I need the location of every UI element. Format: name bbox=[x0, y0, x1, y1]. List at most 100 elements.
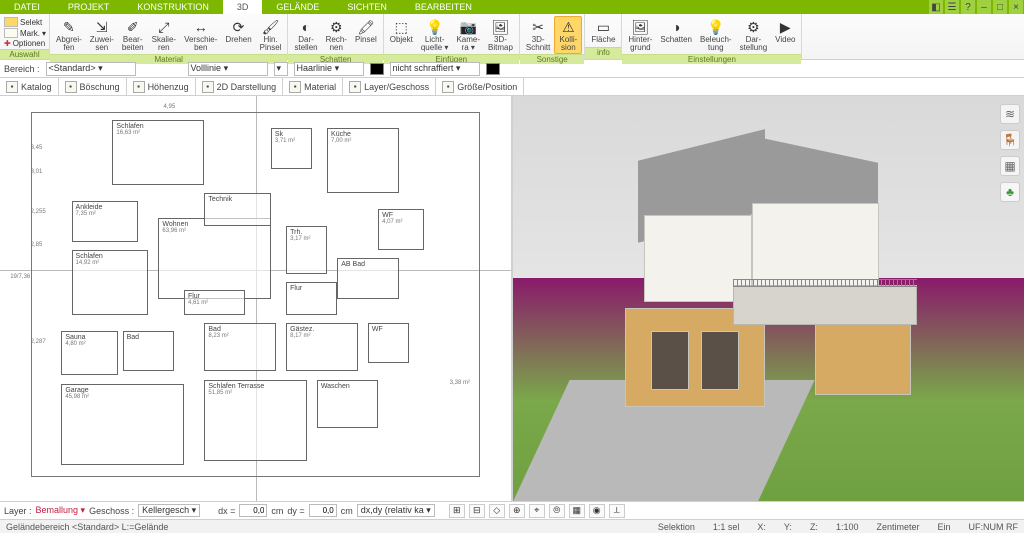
room-0: Schlafen16,63 m² bbox=[112, 120, 204, 185]
bereich-select[interactable]: <Standard> ▾ bbox=[46, 62, 136, 76]
furniture-icon[interactable]: 🪑 bbox=[1000, 130, 1020, 150]
coord-bar: Layer : Bemallung ▾ Geschoss : Kellerges… bbox=[0, 501, 1024, 519]
win-close[interactable]: × bbox=[1009, 0, 1023, 14]
win-maximize[interactable]: □ bbox=[993, 0, 1007, 14]
material-btn-0[interactable]: ✎Abgrei- fen bbox=[52, 16, 86, 54]
material-btn-4[interactable]: ↔Verschie- ben bbox=[180, 16, 221, 54]
group-info: info bbox=[585, 47, 621, 59]
layers-icon[interactable]: ≋ bbox=[1000, 104, 1020, 124]
room-12: Flur bbox=[286, 282, 337, 314]
status-bar: Geländebereich <Standard> L:=Gelände Sel… bbox=[0, 519, 1024, 533]
snap-btn-2[interactable]: ⊟ bbox=[469, 504, 485, 518]
haarlinie-select[interactable]: Haarlinie ▾ bbox=[294, 62, 364, 76]
room-11: Flur4,61 m² bbox=[184, 290, 245, 314]
sonstige-btn-1[interactable]: ⚠Kolli- sion bbox=[554, 16, 582, 54]
einfuegen-btn-1[interactable]: 💡Licht- quelle ▾ bbox=[417, 16, 453, 54]
3d-view[interactable]: ≋ 🪑 ▦ ♣ bbox=[513, 96, 1024, 501]
coord-mode-select[interactable]: dx,dy (relativ ka ▾ bbox=[357, 504, 435, 517]
group-einstellungen: Einstellungen bbox=[622, 54, 801, 64]
palette-icon[interactable]: ▦ bbox=[1000, 156, 1020, 176]
snap-btn-8[interactable]: ◉ bbox=[589, 504, 605, 518]
workspace: Schlafen16,63 m²Ankleide7,35 m²Schlafen1… bbox=[0, 96, 1024, 501]
einstellungen-btn-0[interactable]: 🖼Hinter- grund bbox=[624, 16, 656, 54]
sonstige-btn-0[interactable]: ✂3D- Schnitt bbox=[522, 16, 554, 54]
room-1: Ankleide7,35 m² bbox=[72, 201, 138, 242]
status-y: Y: bbox=[784, 522, 792, 532]
status-ein: Ein bbox=[937, 522, 950, 532]
tab-gelaende[interactable]: GELÄNDE bbox=[262, 0, 333, 14]
hatch-select[interactable]: nicht schraffiert ▾ bbox=[390, 62, 480, 76]
material-btn-2[interactable]: ✐Bear- beiten bbox=[118, 16, 148, 54]
tooltab-0[interactable]: ▪Katalog bbox=[0, 78, 59, 95]
dim-4: 2,287 bbox=[31, 339, 46, 345]
room-8: Küche7,00 m² bbox=[327, 128, 399, 193]
einstellungen-btn-1[interactable]: ◑Schatten bbox=[656, 16, 696, 46]
snap-btn-4[interactable]: ⊕ bbox=[509, 504, 525, 518]
schatten-btn-2[interactable]: 🖍Pinsel bbox=[351, 16, 381, 46]
tooltab-5[interactable]: ▪Layer/Geschoss bbox=[343, 78, 436, 95]
dim-0: 3,38 m² bbox=[450, 380, 470, 386]
tree-icon[interactable]: ♣ bbox=[1000, 182, 1020, 202]
3d-side-toolbar: ≋ 🪑 ▦ ♣ bbox=[1000, 104, 1020, 202]
tooltab-4[interactable]: ▪Material bbox=[283, 78, 343, 95]
tab-konstruktion[interactable]: KONSTRUKTION bbox=[123, 0, 223, 14]
color-swatch-1[interactable] bbox=[370, 63, 384, 75]
material-btn-1[interactable]: ⇲Zuwei- sen bbox=[86, 16, 118, 54]
dx-label: dx = bbox=[218, 506, 235, 516]
status-zoom: 1:100 bbox=[836, 522, 859, 532]
snap-btn-3[interactable]: ◇ bbox=[489, 504, 505, 518]
tooltab-1[interactable]: ▪Böschung bbox=[59, 78, 127, 95]
einstellungen-btn-4[interactable]: ▶Video bbox=[771, 16, 799, 46]
einstellungen-btn-3[interactable]: ⚙Dar- stellung bbox=[736, 16, 772, 54]
3d-house bbox=[625, 145, 942, 437]
plan-view[interactable]: Schlafen16,63 m²Ankleide7,35 m²Schlafen1… bbox=[0, 96, 513, 501]
einfuegen-btn-2[interactable]: 📷Kame- ra ▾ bbox=[452, 16, 484, 54]
linetype-select[interactable]: Volllinie ▾ bbox=[188, 62, 268, 76]
material-btn-5[interactable]: ⟳Drehen bbox=[221, 16, 255, 46]
snap-btn-5[interactable]: ⌖ bbox=[529, 504, 545, 518]
room-17: Schlafen Terrasse51,85 m² bbox=[204, 380, 306, 461]
status-z: Z: bbox=[810, 522, 818, 532]
win-btn-3[interactable]: ? bbox=[961, 0, 975, 14]
tooltab-6[interactable]: ▪Größe/Position bbox=[436, 78, 524, 95]
selekt-btn[interactable]: Selekt bbox=[4, 17, 46, 27]
tab-datei[interactable]: DATEI bbox=[0, 0, 54, 14]
tab-projekt[interactable]: PROJEKT bbox=[54, 0, 124, 14]
einfuegen-btn-0[interactable]: ⬚Objekt bbox=[386, 16, 417, 46]
snap-btn-9[interactable]: ⟂ bbox=[609, 504, 625, 518]
tab-3d[interactable]: 3D bbox=[223, 0, 263, 14]
snap-btn-1[interactable]: ⊞ bbox=[449, 504, 465, 518]
optionen-btn[interactable]: ✚Optionen bbox=[4, 39, 46, 48]
ribbon: Selekt Mark.▾ ✚Optionen Auswahl ✎Abgrei-… bbox=[0, 14, 1024, 60]
linewidth-select[interactable]: ▾ bbox=[274, 62, 288, 76]
tooltab-2[interactable]: ▪Höhenzug bbox=[127, 78, 196, 95]
room-15: Gästez.8,17 m² bbox=[286, 323, 358, 372]
material-btn-6[interactable]: 🖌Hin. Pinsel bbox=[256, 16, 286, 54]
einstellungen-btn-2[interactable]: 💡Beleuch- tung bbox=[696, 16, 736, 54]
einfuegen-btn-3[interactable]: 🖼3D- Bitmap bbox=[484, 16, 517, 54]
snap-btn-7[interactable]: ▦ bbox=[569, 504, 585, 518]
dx-input[interactable] bbox=[239, 504, 267, 517]
schatten-btn-1[interactable]: ⚙Rech- nen bbox=[322, 16, 351, 54]
color-swatch-2[interactable] bbox=[486, 63, 500, 75]
mark-btn[interactable]: Mark.▾ bbox=[4, 28, 46, 38]
tab-sichten[interactable]: SICHTEN bbox=[333, 0, 401, 14]
geschoss-select[interactable]: Kellergesch ▾ bbox=[138, 504, 200, 517]
dy-input[interactable] bbox=[309, 504, 337, 517]
unit-cm-1: cm bbox=[271, 506, 283, 516]
layer-label: Layer : bbox=[4, 506, 32, 516]
room-10: WF4,07 m² bbox=[378, 209, 424, 250]
material-btn-3[interactable]: ⤢Skalie- ren bbox=[148, 16, 180, 54]
info-btn-0[interactable]: ▭Fläche bbox=[587, 16, 619, 46]
room-4: Garage45,98 m² bbox=[61, 384, 184, 465]
win-minimize[interactable]: – bbox=[977, 0, 991, 14]
layer-value[interactable]: Bemallung ▾ bbox=[36, 505, 86, 516]
snap-btn-6[interactable]: ⦾ bbox=[549, 504, 565, 518]
group-sonstige: Sonstige bbox=[520, 54, 584, 64]
win-btn-2[interactable]: ☰ bbox=[945, 0, 959, 14]
schatten-btn-0[interactable]: ◐Dar- stellen bbox=[290, 16, 321, 54]
win-btn-1[interactable]: ◧ bbox=[929, 0, 943, 14]
tooltab-3[interactable]: ▪2D Darstellung bbox=[196, 78, 284, 95]
room-18: Waschen bbox=[317, 380, 378, 429]
tab-bearbeiten[interactable]: BEARBEITEN bbox=[401, 0, 486, 14]
